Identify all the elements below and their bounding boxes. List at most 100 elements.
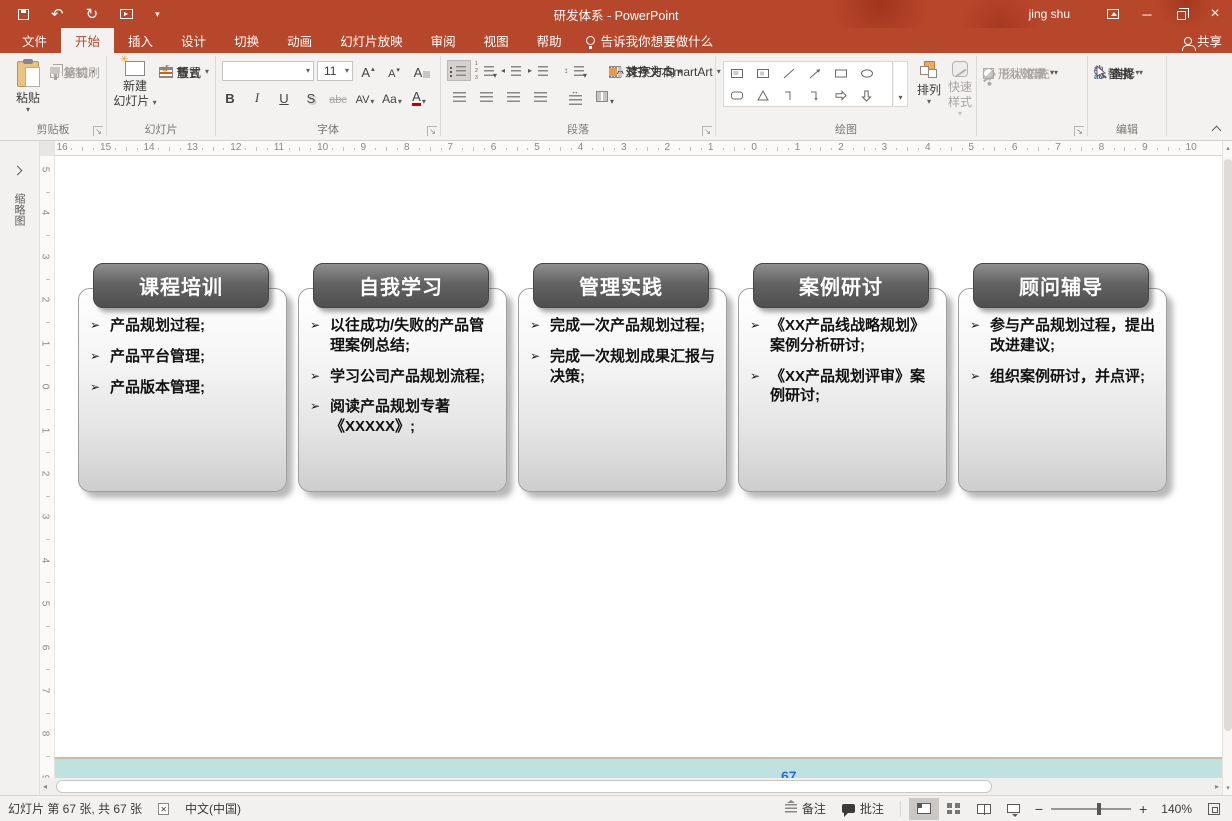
clear-formatting-button[interactable]: A <box>412 61 432 81</box>
scroll-down-icon[interactable]: ▾ <box>1223 784 1232 792</box>
bullet-item[interactable]: ➢产品平台管理; <box>90 347 276 367</box>
character-spacing-button[interactable]: AV▾ <box>355 87 375 107</box>
shape-down-arrow-icon[interactable] <box>854 84 880 106</box>
bullet-item[interactable]: ➢《XX产品线战略规划》案例分析研讨; <box>750 316 936 356</box>
font-dialog-launcher[interactable]: ↘ <box>427 126 437 136</box>
font-name-combobox[interactable]: ▾ <box>222 61 314 81</box>
minimize-button[interactable]: ─ <box>1130 0 1164 28</box>
shape-elbow-arrow-connector-icon[interactable] <box>802 84 828 106</box>
collapse-ribbon-button[interactable] <box>1212 126 1222 136</box>
comments-button[interactable]: 批注 <box>834 796 892 821</box>
bold-button[interactable]: B <box>220 87 240 107</box>
vertical-scrollbar-thumb[interactable] <box>1224 159 1232 731</box>
decrease-indent-button[interactable]: ◂ <box>501 60 525 81</box>
tab-3[interactable]: 设计 <box>167 28 220 53</box>
arrange-button[interactable]: 排列 ▾ <box>914 61 944 106</box>
tell-me-box[interactable]: 告诉我你想要做什么 <box>576 28 724 53</box>
shape-rounded-rectangle-icon[interactable] <box>724 84 750 106</box>
reading-view-button[interactable] <box>969 798 999 820</box>
bullet-item[interactable]: ➢《XX产品规划评审》案例研讨; <box>750 367 936 407</box>
restore-button[interactable] <box>1164 0 1198 28</box>
share-button[interactable]: 共享 <box>1184 28 1222 53</box>
zoom-slider-thumb[interactable] <box>1097 803 1101 815</box>
tab-8[interactable]: 视图 <box>470 28 523 53</box>
quick-styles-button[interactable]: 快速样式 ▾ <box>944 61 976 118</box>
bullet-item[interactable]: ➢以往成功/失败的产品管理案例总结; <box>310 316 496 356</box>
tab-5[interactable]: 动画 <box>273 28 326 53</box>
slide-counter[interactable]: 幻灯片 第 67 张, 共 67 张 <box>0 796 150 821</box>
tab-7[interactable]: 审阅 <box>417 28 470 53</box>
paste-button[interactable]: 粘贴 ▾ <box>8 61 48 114</box>
slides-section-button[interactable]: 节▾ <box>159 61 196 83</box>
paragraph-dialog-launcher[interactable]: ↘ <box>702 126 712 136</box>
tab-6[interactable]: 幻灯片放映 <box>326 28 417 53</box>
shapes-gallery-more-button[interactable]: ▾ <box>894 61 908 107</box>
scroll-left-icon[interactable]: ◂ <box>43 782 47 791</box>
tab-1[interactable]: 开始 <box>61 28 114 53</box>
format-shape-dialog-launcher[interactable]: ↘ <box>1074 126 1084 136</box>
align-center-button[interactable] <box>474 86 498 107</box>
zoom-level[interactable]: 140% <box>1153 796 1200 821</box>
new-slide-button[interactable]: 新建 幻灯片 ▾ <box>113 61 157 109</box>
signed-in-user[interactable]: jing shu <box>1029 7 1070 21</box>
shape-oval-icon[interactable] <box>854 62 880 84</box>
align-left-button[interactable] <box>447 86 471 107</box>
zoom-out-button[interactable]: − <box>1035 801 1043 817</box>
distribute-text-button[interactable]: ↔ <box>563 86 587 107</box>
increase-indent-button[interactable]: ▸ <box>528 60 552 81</box>
shape-elbow-connector-icon[interactable] <box>776 84 802 106</box>
card-title[interactable]: 课程培训 <box>93 263 269 308</box>
tab-9[interactable]: 帮助 <box>523 28 576 53</box>
text-shadow-button[interactable]: S <box>301 87 321 107</box>
tab-2[interactable]: 插入 <box>114 28 167 53</box>
shape-line-icon[interactable] <box>776 62 802 84</box>
bullet-item[interactable]: ➢完成一次产品规划过程; <box>530 316 716 336</box>
tab-file[interactable]: 文件 <box>8 28 61 53</box>
notes-button[interactable]: 备注 <box>777 796 834 821</box>
thumbnail-rail-label[interactable]: 缩略图 <box>11 193 27 226</box>
bullet-item[interactable]: ➢完成一次规划成果汇报与决策; <box>530 347 716 387</box>
fit-to-window-button[interactable] <box>1200 796 1232 821</box>
underline-button[interactable]: U <box>274 87 294 107</box>
spell-check-button[interactable]: ✕ <box>150 796 177 821</box>
shape-rectangle-icon[interactable] <box>828 62 854 84</box>
justify-button[interactable] <box>528 86 552 107</box>
normal-view-button[interactable] <box>909 798 939 820</box>
bullet-item[interactable]: ➢组织案例研讨，并点评; <box>970 367 1156 387</box>
font-color-button[interactable]: A▾ <box>409 87 429 107</box>
tab-4[interactable]: 切换 <box>220 28 273 53</box>
slideshow-view-button[interactable] <box>999 798 1029 820</box>
zoom-slider-track[interactable] <box>1051 808 1131 810</box>
numbering-button[interactable]: ▾ <box>474 60 498 81</box>
shape-right-arrow-icon[interactable] <box>828 84 854 106</box>
smartart-button[interactable]: 转换为 SmartArt▾ <box>609 59 721 84</box>
align-right-button[interactable] <box>501 86 525 107</box>
bullet-item[interactable]: ➢产品规划过程; <box>90 316 276 336</box>
line-spacing-button[interactable]: ↕▾ <box>563 60 587 81</box>
change-case-button[interactable]: Aa▾ <box>382 87 402 107</box>
format-painter-button[interactable]: 格式刷 <box>50 61 100 83</box>
bullet-item[interactable]: ➢产品版本管理; <box>90 378 276 398</box>
scroll-right-icon[interactable]: ▸ <box>1215 782 1219 791</box>
increase-font-size-button[interactable]: A▴ <box>358 61 378 81</box>
slide-sorter-view-button[interactable] <box>939 798 969 820</box>
expand-thumbnails-icon[interactable] <box>13 166 23 176</box>
strikethrough-button[interactable]: abc <box>328 87 348 107</box>
shape-textbox-horizontal-icon[interactable] <box>724 62 750 84</box>
bullet-item[interactable]: ➢参与产品规划过程，提出改进建议; <box>970 316 1156 356</box>
select-button[interactable]: 选择▾ <box>1094 61 1143 85</box>
horizontal-scrollbar[interactable]: ◂ ▸ <box>40 778 1222 795</box>
shape-triangle-icon[interactable] <box>750 84 776 106</box>
clipboard-dialog-launcher[interactable]: ↘ <box>93 126 103 136</box>
shape-textbox-vertical-icon[interactable] <box>750 62 776 84</box>
card-title[interactable]: 自我学习 <box>313 263 489 308</box>
horizontal-scrollbar-thumb[interactable] <box>56 780 992 793</box>
slide-canvas[interactable]: 课程培训 ➢产品规划过程; ➢产品平台管理; ➢产品版本管理; 自我学习 ➢以往成功/失败… <box>55 156 1222 778</box>
close-button[interactable]: × <box>1198 0 1232 28</box>
card-title[interactable]: 顾问辅导 <box>973 263 1149 308</box>
language-indicator[interactable]: 中文(中国) <box>177 796 249 821</box>
shape-effects-button[interactable]: 形状效果▾ <box>983 61 1054 85</box>
shape-arrow-icon[interactable] <box>802 62 828 84</box>
decrease-font-size-button[interactable]: A▾ <box>384 61 404 81</box>
scroll-up-icon[interactable]: ▴ <box>1223 144 1232 152</box>
